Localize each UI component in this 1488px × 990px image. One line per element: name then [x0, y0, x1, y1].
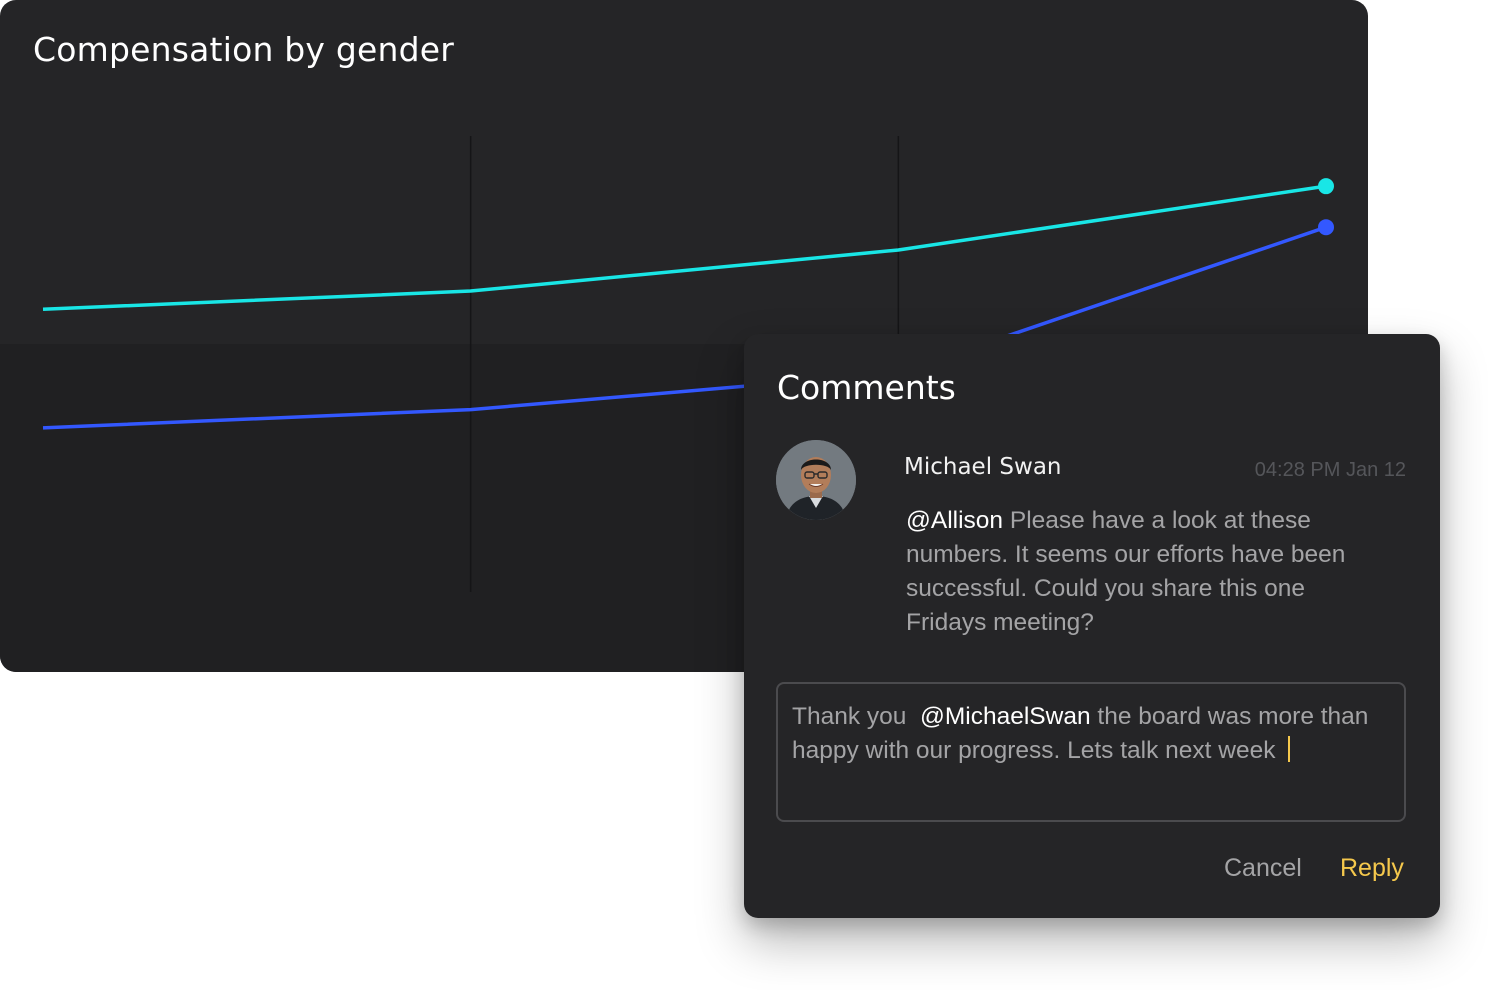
- reply-button[interactable]: Reply: [1340, 854, 1404, 883]
- text-cursor: [1288, 736, 1291, 762]
- avatar: [776, 440, 856, 520]
- series-endpoint-1[interactable]: [1318, 178, 1334, 195]
- reply-prefix: Thank you: [792, 703, 921, 730]
- reply-input[interactable]: Thank you @MichaelSwan the board was mor…: [776, 682, 1406, 822]
- comment-body: @Allison Please have a look at these num…: [906, 504, 1376, 640]
- series-line-1: [42, 184, 1327, 312]
- series-endpoint-2[interactable]: [1318, 219, 1334, 236]
- comments-title: Comments: [777, 368, 956, 407]
- user-avatar-icon: [776, 440, 856, 520]
- cancel-button[interactable]: Cancel: [1224, 854, 1302, 883]
- comment-timestamp: 04:28 PM Jan 12: [1254, 459, 1406, 481]
- comment-mention[interactable]: @Allison: [906, 507, 1003, 534]
- comments-panel: Comments Michael Swan 04:28 PM Jan 12 @A…: [744, 334, 1440, 918]
- comment-author: Michael Swan: [904, 454, 1062, 480]
- reply-mention: @MichaelSwan: [920, 703, 1091, 730]
